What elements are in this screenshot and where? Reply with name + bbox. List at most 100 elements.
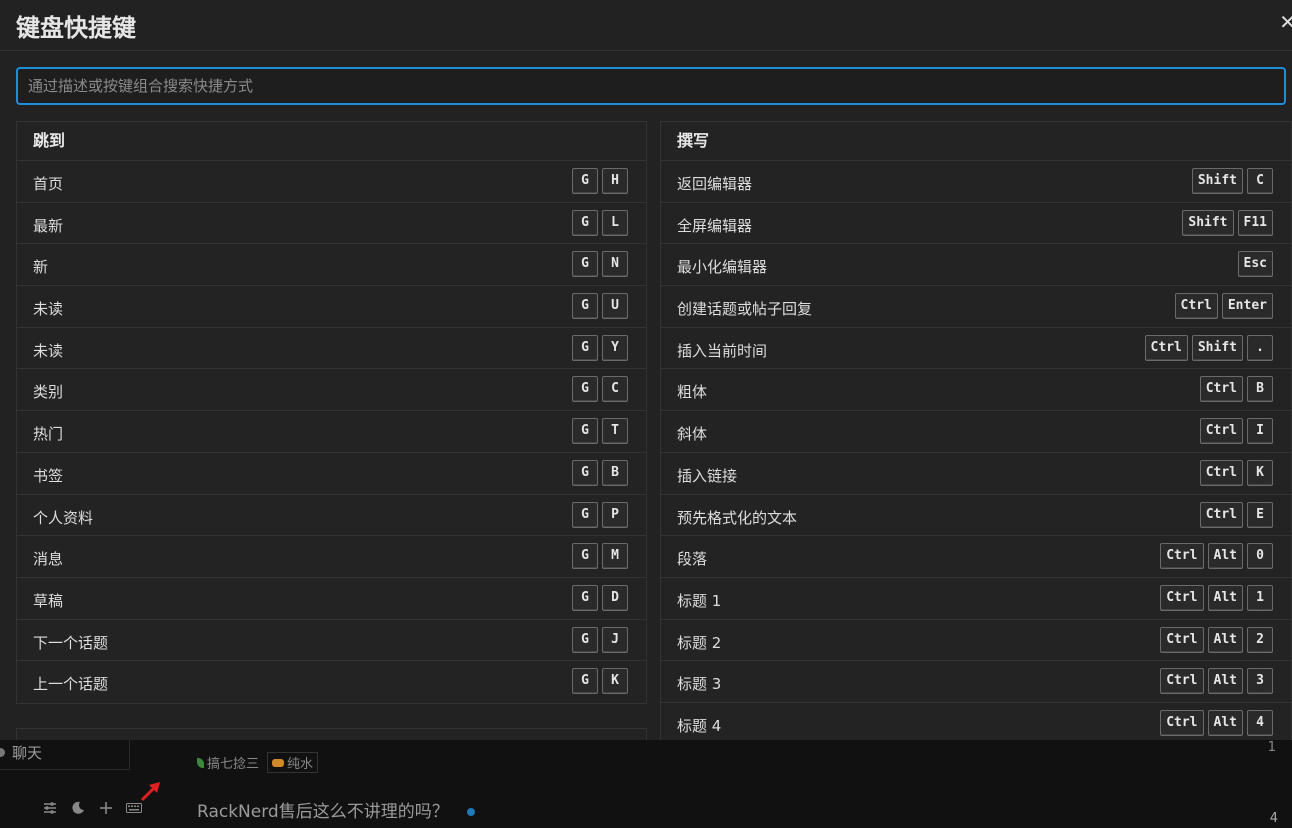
kbd-key: E [1247, 501, 1273, 528]
shortcut-label: 书签 [33, 466, 64, 485]
kbd-key: M [602, 543, 628, 570]
shortcut-row: 上一个话题 G K [17, 661, 646, 703]
key-combo: Ctrl Alt 3 [1160, 668, 1273, 695]
topic-category-tag[interactable]: 纯水 [267, 752, 319, 773]
kbd-key: G [572, 668, 598, 695]
kbd-key: 3 [1247, 668, 1273, 695]
shortcut-row: 未读 G U [17, 286, 646, 328]
shortcut-row: 标题 3 Ctrl Alt 3 [661, 661, 1291, 703]
shortcut-row: 消息 G M [17, 536, 646, 578]
sidebar-footer-tools [42, 800, 142, 816]
kbd-key: B [1247, 376, 1273, 403]
kbd-key: Shift [1182, 209, 1234, 236]
shortcut-label: 标题 2 [677, 633, 722, 652]
shortcut-label: 斜体 [677, 425, 708, 444]
shortcut-row: 斜体 Ctrl I [661, 411, 1291, 453]
kbd-key: G [572, 251, 598, 278]
topic-title-link[interactable]: RackNerd售后这么不讲理的吗？ [197, 797, 475, 822]
shortcut-row: 粗体 Ctrl B [661, 369, 1291, 412]
shortcut-label: 返回编辑器 [677, 175, 753, 193]
key-combo: Ctrl Alt 1 [1160, 584, 1273, 611]
kbd-key: L [602, 209, 628, 236]
shortcut-row: 创建话题或帖子回复 Ctrl Enter [661, 286, 1291, 328]
kbd-key: D [602, 584, 628, 611]
modal-header: 键盘快捷键 ✕ [0, 0, 1292, 51]
shortcut-list: 返回编辑器 Shift C 全屏编辑器 Shift F11 最小化编辑器 Esc 创建话题或帖子… [661, 161, 1291, 740]
kbd-key: Ctrl [1160, 668, 1204, 695]
kbd-key: Y [602, 334, 628, 361]
kbd-key: G [572, 293, 598, 320]
section-jump: 跳到 首页 G H 最新 G L 新 G N 未读 G U 未读 G Y 类别 G C 热门 G T 书签 G B 个人资料 G P… [16, 121, 647, 704]
shortcut-label: 下一个话题 [33, 633, 109, 652]
kbd-key: H [602, 168, 628, 194]
shortcut-row: 热门 G T [17, 411, 646, 453]
keyboard-shortcuts-modal: 键盘快捷键 ✕ 跳到 首页GH最新GL新GN未读GU未读GY类别GC热门GT书签… [0, 0, 1292, 740]
topic-reply-count: 1 [1267, 740, 1276, 755]
kbd-key: N [602, 251, 628, 278]
key-combo: GL [572, 209, 628, 236]
kbd-key: G [572, 626, 598, 653]
key-combo: Ctrl I [1199, 418, 1273, 445]
leaf-icon [197, 757, 204, 768]
kbd-key: U [602, 293, 628, 320]
kbd-key: G [572, 168, 598, 194]
kbd-key: Ctrl [1199, 418, 1243, 445]
red-arrow-annotation-icon [140, 782, 160, 802]
shortcut-label: 最新 [33, 216, 64, 235]
shortcut-label: 新 [33, 258, 49, 277]
kbd-key: G [572, 543, 598, 570]
shortcut-label: 首页 [33, 175, 64, 193]
close-icon[interactable]: ✕ [1279, 10, 1292, 34]
shortcut-label: 插入当前时间 [677, 341, 768, 360]
shortcut-row: 插入链接 Ctrl K [661, 453, 1291, 495]
kbd-key: K [602, 668, 628, 695]
shortcut-label: 个人资料 [33, 508, 94, 527]
kbd-key: . [1247, 334, 1273, 361]
kbd-key: 1 [1247, 584, 1273, 611]
shortcut-row: 书签 G B [17, 453, 646, 495]
key-combo: Ctrl B [1199, 376, 1273, 403]
plus-icon[interactable] [98, 800, 114, 816]
shortcut-label: 粗体 [677, 383, 708, 402]
shortcut-row: 段落 Ctrl Alt 0 [661, 536, 1291, 578]
kbd-key: Alt [1207, 584, 1243, 611]
key-combo: Ctrl K [1199, 459, 1273, 486]
key-combo: GB [572, 459, 628, 486]
shortcut-row: 标题 4 Ctrl Alt 4 [661, 703, 1291, 740]
shortcut-row: 未读 G Y [17, 328, 646, 370]
modal-title: 键盘快捷键 [16, 14, 136, 42]
shortcut-label: 段落 [677, 550, 708, 569]
key-combo: GH [572, 168, 628, 194]
shortcut-row: 首页 G H [17, 161, 646, 203]
kbd-key: Ctrl [1160, 584, 1204, 611]
topic-author-tag[interactable]: 搞七捻三 [197, 753, 259, 772]
shortcut-label: 全屏编辑器 [677, 216, 753, 235]
kbd-key: 4 [1247, 709, 1273, 736]
shortcut-label: 插入链接 [677, 466, 738, 485]
shortcut-row: 最小化编辑器 Esc [661, 244, 1291, 287]
sliders-icon[interactable] [42, 800, 58, 816]
key-combo: Ctrl Alt 4 [1160, 709, 1273, 736]
shortcut-search-input[interactable] [16, 67, 1286, 105]
chat-status-dot [0, 748, 5, 757]
key-combo: GY [572, 334, 628, 361]
shortcut-label: 标题 1 [677, 591, 722, 610]
kbd-key: Ctrl [1174, 293, 1218, 320]
shortcut-row: 最新 G L [17, 203, 646, 245]
shortcut-label: 类别 [33, 383, 64, 402]
key-combo: Ctrl Alt 0 [1160, 543, 1273, 570]
kbd-key: 2 [1247, 626, 1273, 653]
shortcut-row: 全屏编辑器 Shift F11 [661, 203, 1291, 245]
key-combo: Ctrl E [1199, 501, 1273, 528]
kbd-key: K [1247, 459, 1273, 486]
shortcut-row: 标题 1 Ctrl Alt 1 [661, 578, 1291, 620]
sidebar-item-chat[interactable]: 聊天 [0, 738, 130, 770]
moon-icon[interactable] [70, 800, 86, 816]
next-section-edge [16, 728, 647, 740]
shortcut-row: 个人资料 G P [17, 495, 646, 537]
key-combo: Ctrl Alt 2 [1160, 626, 1273, 653]
kbd-key: G [572, 418, 598, 445]
kbd-key: Ctrl [1160, 709, 1204, 736]
shortcut-row: 预先格式化的文本 Ctrl E [661, 495, 1291, 537]
shortcut-list: 首页 G H 最新 G L 新 G N 未读 G U 未读 G Y 类别 G C 热门 G T 书签 G B 个人资料 G P 消息 G… [17, 161, 646, 703]
